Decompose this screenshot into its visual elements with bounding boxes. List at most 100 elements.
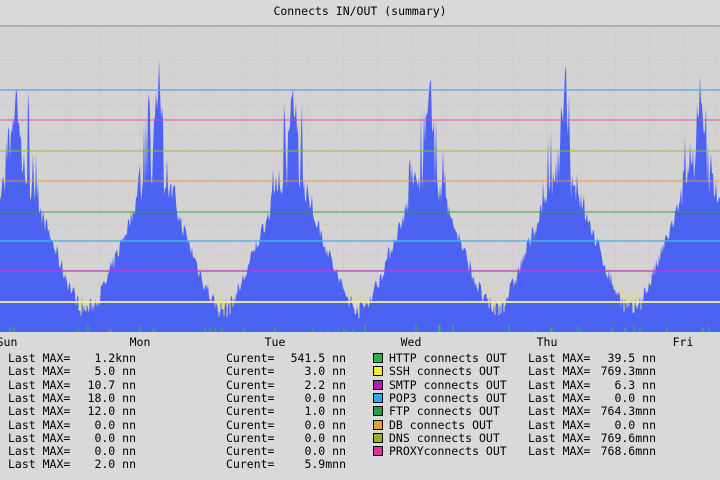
right-max-value: 769.3mnn bbox=[600, 364, 656, 379]
left-max-value: 18.0 nn bbox=[87, 390, 136, 405]
right-max-row: Last MAX= 6.3 nn bbox=[528, 377, 660, 392]
right-max-value: 0.0 nn bbox=[614, 390, 656, 405]
legend-entry: POP3 connects OUT bbox=[373, 390, 513, 405]
left-max-row: Last MAX= 0.0 nn bbox=[8, 445, 136, 458]
legend-label: PROXYconnects OUT bbox=[389, 444, 507, 459]
right-max-row: Last MAX= 0.0 nn bbox=[528, 390, 660, 405]
left-max-value: 10.7 nn bbox=[87, 377, 136, 392]
legend-label: FTP connects OUT bbox=[389, 404, 500, 419]
right-max-row: Last MAX= 769.6mnn bbox=[528, 430, 660, 445]
x-tick-label: Thu bbox=[537, 335, 558, 349]
legend-label: DB connects OUT bbox=[389, 417, 493, 432]
left-max-label: Last MAX= bbox=[8, 364, 71, 379]
legend-label: SSH connects OUT bbox=[389, 364, 500, 379]
right-max-label: Last MAX= bbox=[528, 430, 591, 445]
left-max-value: 0.0 nn bbox=[94, 430, 136, 445]
right-max-value: 39.5 nn bbox=[607, 351, 656, 365]
right-max-value: 0.0 nn bbox=[614, 417, 656, 432]
legend-label: SMTP connects OUT bbox=[389, 377, 507, 392]
left-max-label: Last MAX= bbox=[8, 351, 71, 365]
current-row: Curent= 1.0 nn bbox=[226, 405, 346, 418]
legend-swatch bbox=[373, 379, 383, 390]
current-value: 3.0 nn bbox=[304, 364, 346, 379]
current-label: Curent= bbox=[226, 430, 275, 445]
chart-plot: Sun Mon Tue Wed Thu Fri bbox=[0, 25, 720, 349]
chart-title: Connects IN/OUT (summary) bbox=[273, 4, 447, 18]
right-max-label: Last MAX= bbox=[528, 417, 591, 432]
legend-entry: HTTP connects OUT bbox=[373, 352, 513, 365]
legend-swatch bbox=[373, 406, 383, 417]
current-row: Curent= 0.0 nn bbox=[226, 417, 346, 432]
legend-swatch bbox=[373, 419, 383, 430]
legend-entry: SMTP connects OUT bbox=[373, 377, 513, 392]
right-max-row: Last MAX= 768.6mnn bbox=[528, 445, 660, 458]
current-value: 2.2 nn bbox=[304, 377, 346, 392]
legend-entry: FTP connects OUT bbox=[373, 405, 513, 418]
chart-area: Sun Mon Tue Wed Thu Fri bbox=[0, 0, 720, 350]
right-max-label: Last MAX= bbox=[528, 364, 591, 379]
right-max-row: Last MAX= 769.3mnn bbox=[528, 365, 660, 378]
current-label: Curent= bbox=[226, 377, 275, 392]
legend-label: DNS connects OUT bbox=[389, 430, 500, 445]
legend-label: POP3 connects OUT bbox=[389, 390, 507, 405]
right-max-value: 769.6mnn bbox=[600, 430, 656, 445]
left-max-label: Last MAX= bbox=[8, 444, 71, 459]
right-max-row: Last MAX= 764.3mnn bbox=[528, 405, 660, 418]
x-tick-label: Fri bbox=[673, 335, 694, 349]
right-max-row: Last MAX= 39.5 nn bbox=[528, 352, 660, 365]
legend-label: HTTP connects OUT bbox=[389, 351, 507, 365]
legend-swatch bbox=[373, 432, 383, 443]
x-tick-label: Mon bbox=[130, 335, 151, 349]
left-max-label: Last MAX= bbox=[8, 430, 71, 445]
left-max-label: Last MAX= bbox=[8, 404, 71, 419]
left-max-value: 12.0 nn bbox=[87, 404, 136, 419]
left-max-value: 0.0 nn bbox=[94, 417, 136, 432]
right-max-label: Last MAX= bbox=[528, 390, 591, 405]
current-row: Curent= 0.0 nn bbox=[226, 445, 346, 458]
left-max-row: Last MAX= 2.0 nn bbox=[8, 458, 136, 471]
left-max-row: Last MAX= 5.0 nn bbox=[8, 365, 136, 378]
legend-entry: DB connects OUT bbox=[373, 417, 513, 432]
current-label: Curent= bbox=[226, 404, 275, 419]
legend-entry: SSH connects OUT bbox=[373, 365, 513, 378]
left-max-value: 0.0 nn bbox=[94, 444, 136, 459]
current-value: 5.9mnn bbox=[304, 457, 346, 472]
current-row: Curent= 5.9mnn bbox=[226, 458, 346, 471]
left-max-label: Last MAX= bbox=[8, 390, 71, 405]
current-row: Curent= 0.0 nn bbox=[226, 390, 346, 405]
right-max-label: Last MAX= bbox=[528, 404, 591, 419]
right-max-value: 764.3mnn bbox=[600, 404, 656, 419]
left-max-row: Last MAX= 10.7 nn bbox=[8, 377, 136, 392]
current-row: Curent= 541.5 nn bbox=[226, 352, 346, 365]
current-label: Curent= bbox=[226, 390, 275, 405]
left-max-label: Last MAX= bbox=[8, 417, 71, 432]
current-label: Curent= bbox=[226, 444, 275, 459]
right-max-value: 768.6mnn bbox=[600, 444, 656, 459]
current-value: 0.0 nn bbox=[304, 430, 346, 445]
left-max-row: Last MAX= 1.2knn bbox=[8, 352, 136, 365]
left-max-row: Last MAX= 0.0 nn bbox=[8, 417, 136, 432]
x-tick-label: Tue bbox=[265, 335, 286, 349]
left-max-row: Last MAX= 18.0 nn bbox=[8, 390, 136, 405]
left-max-value: 2.0 nn bbox=[94, 457, 136, 472]
current-label: Curent= bbox=[226, 457, 275, 472]
left-max-row: Last MAX= 0.0 nn bbox=[8, 430, 136, 445]
right-max-label: Last MAX= bbox=[528, 377, 591, 392]
left-max-row: Last MAX= 12.0 nn bbox=[8, 405, 136, 418]
current-value: 0.0 nn bbox=[304, 444, 346, 459]
current-row: Curent= 3.0 nn bbox=[226, 365, 346, 378]
current-value: 1.0 nn bbox=[304, 404, 346, 419]
current-row: Curent= 2.2 nn bbox=[226, 377, 346, 392]
legend-entry: PROXYconnects OUT bbox=[373, 445, 513, 458]
current-row: Curent= 0.0 nn bbox=[226, 430, 346, 445]
left-max-label: Last MAX= bbox=[8, 457, 71, 472]
x-tick-label: Wed bbox=[401, 335, 422, 349]
current-label: Curent= bbox=[226, 417, 275, 432]
current-value: 541.5 nn bbox=[290, 351, 346, 365]
legend-swatch bbox=[373, 353, 383, 363]
left-max-value: 1.2knn bbox=[94, 351, 136, 365]
current-label: Curent= bbox=[226, 364, 275, 379]
stats-table: Last MAX= 1.2knn Last MAX= 5.0 nn Last MAX= 1… bbox=[0, 352, 720, 480]
right-max-value: 6.3 nn bbox=[614, 377, 656, 392]
right-max-label: Last MAX= bbox=[528, 444, 591, 459]
